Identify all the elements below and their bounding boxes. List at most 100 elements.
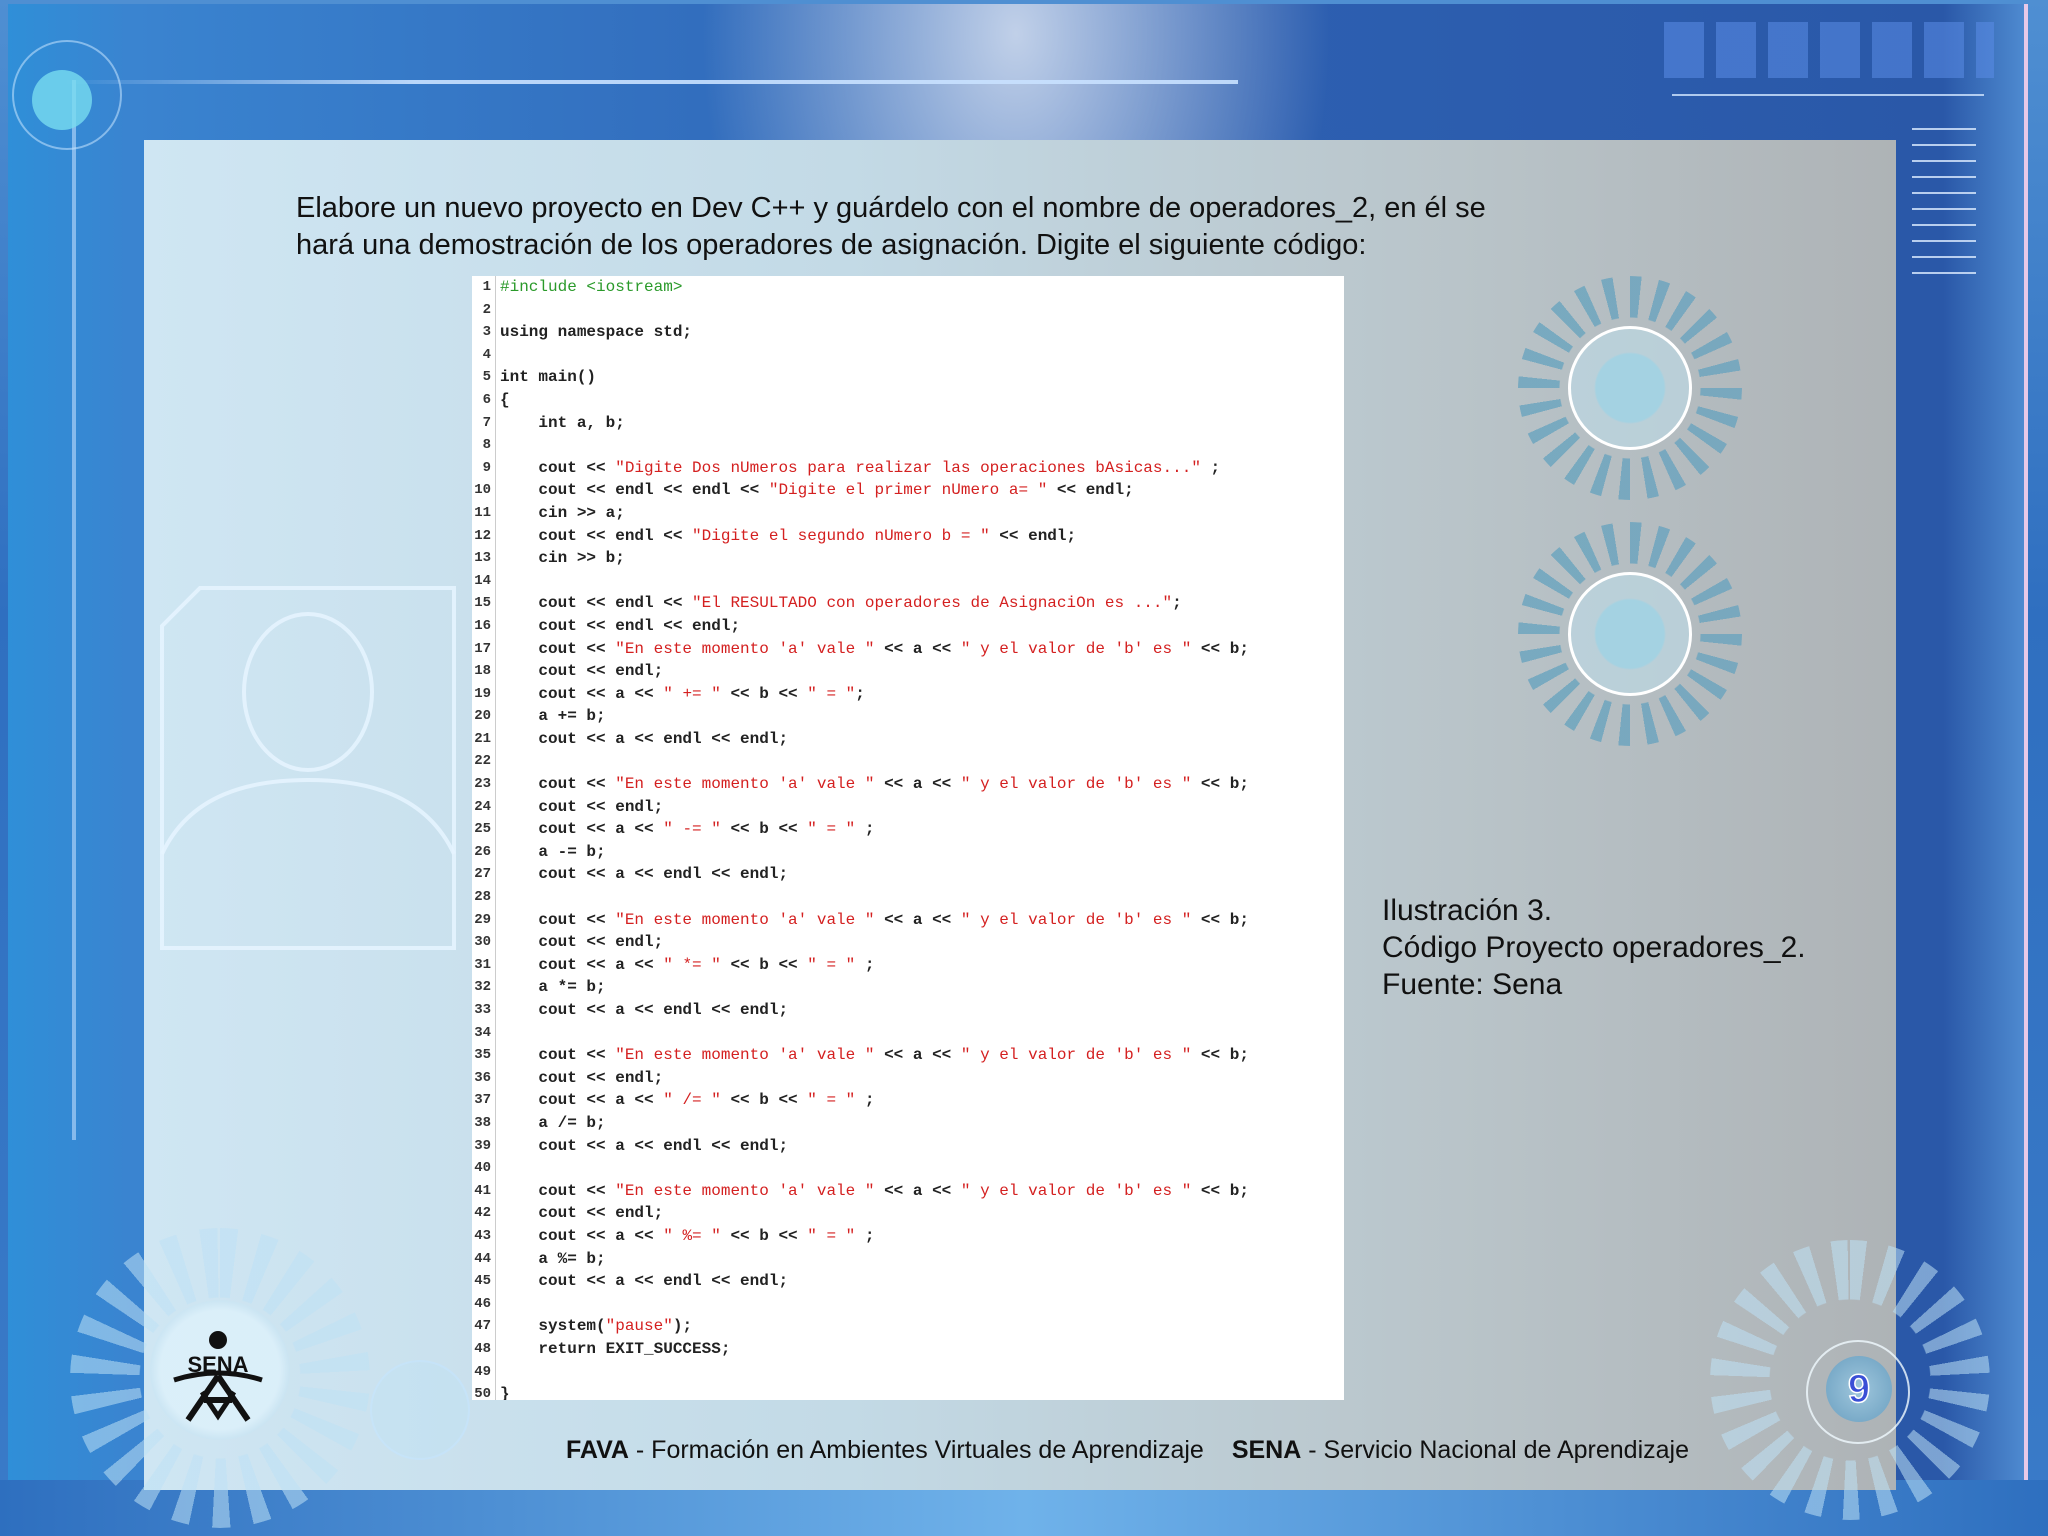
line-number: 43: [472, 1224, 496, 1248]
line-number: 36: [472, 1066, 496, 1090]
code-string: " *= ": [663, 955, 721, 974]
code-token: {: [500, 390, 510, 409]
code-token: ;: [1172, 594, 1182, 613]
code-token: ;: [1200, 458, 1221, 477]
code-string: " = ": [807, 1226, 856, 1245]
code-token: cout << endl <<: [500, 594, 693, 613]
code-token: a += b;: [500, 707, 606, 726]
footer-sena-text: - Servicio Nacional de Aprendizaje: [1301, 1436, 1690, 1464]
gear-center-ring: [1568, 572, 1692, 696]
code-text: cout << endl;: [496, 660, 663, 683]
code-text: {: [496, 389, 510, 412]
code-line: 49: [472, 1360, 1344, 1384]
code-string: " y el valor de 'b' es ": [960, 775, 1192, 794]
code-line: 48 return EXIT_SUCCESS;: [472, 1337, 1344, 1361]
line-number: 34: [472, 1021, 496, 1045]
code-token: ;: [855, 820, 875, 839]
line-number: 16: [472, 614, 496, 638]
footer: FAVA - Formación en Ambientes Virtuales …: [566, 1436, 1689, 1465]
code-line: 32 a *= b;: [472, 976, 1344, 999]
code-line: 31 cout << a << " *= " << b << " = " ;: [472, 953, 1344, 977]
code-string: " = ": [807, 955, 856, 974]
caption-line-2: Código Proyecto operadores_2.: [1382, 931, 1806, 964]
code-string: "Digite el primer nUmero a= ": [768, 481, 1048, 500]
code-token: cout << a <<: [500, 1226, 664, 1245]
code-token: cout << a << endl << endl;: [500, 729, 789, 748]
code-token: << b;: [1191, 1181, 1249, 1200]
code-line: 23 cout << "En este momento 'a' vale " <…: [472, 773, 1344, 796]
code-line: 39 cout << a << endl << endl;: [472, 1134, 1344, 1158]
code-text: cout << "En este momento 'a' vale " << a…: [496, 909, 1249, 932]
line-number: 15: [472, 592, 496, 615]
code-token: << b <<: [720, 820, 808, 839]
code-string: " = ": [807, 1091, 856, 1110]
intro-line-1: Elabore un nuevo proyecto en Dev C++ y g…: [296, 192, 1486, 224]
code-string: "En este momento 'a' vale ": [615, 775, 875, 794]
code-text: #include <iostream>: [496, 276, 682, 299]
code-token: << b;: [1191, 1046, 1249, 1065]
code-line: 33 cout << a << endl << endl;: [472, 999, 1344, 1022]
code-text: cout << endl;: [496, 931, 663, 954]
code-token: );: [672, 1317, 693, 1336]
line-number: 45: [472, 1270, 496, 1293]
code-text: cin >> a;: [496, 502, 624, 525]
code-line: 24 cout << endl;: [472, 795, 1344, 819]
code-string: " = ": [807, 820, 856, 839]
code-line: 11 cin >> a;: [472, 501, 1344, 525]
intro-line-2: hará una demostración de los operadores …: [296, 229, 1367, 261]
code-text: cout << "Digite Dos nUmeros para realiza…: [496, 457, 1220, 480]
code-line: 42 cout << endl;: [472, 1202, 1344, 1225]
line-number: 7: [472, 411, 496, 435]
line-number: 39: [472, 1134, 496, 1158]
line-number: 2: [472, 298, 496, 322]
right-ladder: [1912, 128, 1976, 288]
code-text: }: [496, 1383, 510, 1400]
code-token: cout << a <<: [500, 955, 664, 974]
code-token: cout << a <<: [500, 684, 664, 703]
intro-text: Elabore un nuevo proyecto en Dev C++ y g…: [296, 190, 1596, 264]
code-line: 3 using namespace std;: [472, 321, 1344, 344]
code-token: << b;: [1191, 775, 1249, 794]
line-number: 31: [472, 953, 496, 977]
frame-line-top: [60, 80, 1238, 84]
line-number: 8: [472, 434, 496, 457]
code-token: ;: [855, 684, 865, 703]
code-token: << b;: [1191, 639, 1249, 658]
code-token: << b <<: [720, 1091, 808, 1110]
line-number: 28: [472, 886, 496, 909]
code-token: cout <<: [500, 639, 616, 658]
code-line: 36 cout << endl;: [472, 1066, 1344, 1090]
code-line: 12 cout << endl << "Digite el segundo nU…: [472, 524, 1344, 548]
code-string: "El RESULTADO con operadores de Asignaci…: [692, 594, 1173, 613]
line-number: 30: [472, 931, 496, 954]
code-string: " %= ": [663, 1226, 721, 1245]
code-text: cout << a << endl << endl;: [496, 999, 788, 1022]
sena-logo-icon: SENA: [173, 1331, 263, 1422]
code-line: 41 cout << "En este momento 'a' vale " <…: [472, 1179, 1344, 1203]
code-token: cout <<: [500, 775, 616, 794]
code-line: 46: [472, 1292, 1344, 1316]
code-line: 2: [472, 298, 1344, 322]
code-token: cout <<: [500, 1046, 616, 1065]
code-token: a %= b;: [500, 1249, 606, 1268]
code-token: << b;: [1191, 910, 1249, 929]
code-token: cout << endl;: [500, 1068, 664, 1087]
line-number: 32: [472, 976, 496, 999]
code-line: 20 a += b;: [472, 705, 1344, 728]
line-number: 19: [472, 682, 496, 706]
line-number: 22: [472, 750, 496, 774]
line-number: 13: [472, 547, 496, 570]
code-string: " y el valor de 'b' es ": [960, 910, 1192, 929]
code-text: using namespace std;: [496, 321, 692, 344]
code-text: a %= b;: [496, 1248, 606, 1271]
line-number: 35: [472, 1044, 496, 1067]
code-line: 45 cout << a << endl << endl;: [472, 1270, 1344, 1293]
code-text: cout << a << " /= " << b << " = " ;: [496, 1089, 874, 1112]
code-token: cout << a << endl << endl;: [500, 1001, 789, 1019]
bottom-small-circle: [370, 1360, 470, 1460]
code-line: 18 cout << endl;: [472, 660, 1344, 683]
